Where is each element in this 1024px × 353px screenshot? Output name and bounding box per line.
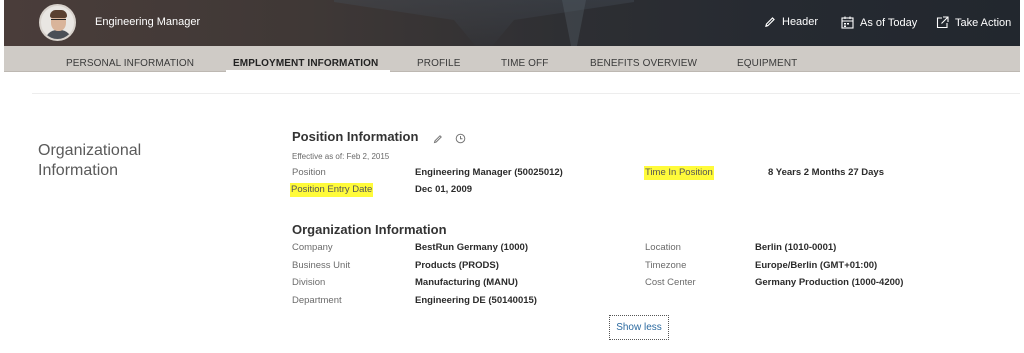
business-unit-label: Business Unit bbox=[292, 260, 351, 271]
company-value: BestRun Germany (1000) bbox=[415, 242, 528, 253]
avatar-body bbox=[45, 30, 72, 39]
position-information-header: Position Information bbox=[292, 129, 419, 144]
take-action-label: Take Action bbox=[955, 16, 1012, 29]
take-action-button[interactable]: Take Action bbox=[936, 16, 1011, 29]
active-tab-indicator bbox=[226, 70, 390, 73]
location-value: Berlin (1010-0001) bbox=[755, 242, 837, 253]
tab-personal-information[interactable]: PERSONAL INFORMATION bbox=[66, 58, 194, 69]
company-label: Company bbox=[292, 242, 333, 253]
effective-date: Effective as of: Feb 2, 2015 bbox=[292, 152, 390, 161]
business-unit-value: Products (PRODS) bbox=[415, 260, 499, 271]
timezone-label: Timezone bbox=[645, 260, 687, 271]
time-in-position-label: Time In Position bbox=[644, 166, 714, 180]
avatar-hair bbox=[50, 10, 67, 18]
avatar[interactable] bbox=[39, 4, 76, 41]
header-edit-label: Header bbox=[782, 16, 819, 28]
tab-equipment[interactable]: EQUIPMENT bbox=[737, 58, 797, 69]
location-label: Location bbox=[645, 242, 681, 253]
section-title: Organizational Information bbox=[38, 141, 188, 181]
history-clock-icon[interactable] bbox=[455, 131, 466, 149]
department-label: Department bbox=[292, 295, 342, 306]
pencil-icon[interactable] bbox=[433, 131, 443, 149]
pencil-icon bbox=[764, 16, 776, 28]
position-value: Engineering Manager (50025012) bbox=[415, 167, 563, 178]
division-label: Division bbox=[292, 277, 326, 288]
timezone-value: Europe/Berlin (GMT+01:00) bbox=[755, 260, 878, 271]
header-background-image bbox=[334, 0, 634, 46]
section-divider bbox=[32, 93, 1020, 94]
position-entry-date-label: Position Entry Date bbox=[290, 183, 374, 197]
as-of-today-label: As of Today bbox=[860, 16, 918, 29]
position-entry-date-highlight: Position Entry Date bbox=[290, 183, 374, 197]
department-value: Engineering DE (50140015) bbox=[415, 295, 537, 306]
tab-employment-information[interactable]: EMPLOYMENT INFORMATION bbox=[233, 58, 378, 69]
division-value: Manufacturing (MANU) bbox=[415, 277, 518, 288]
section-title-line2: Information bbox=[38, 162, 119, 179]
cost-center-label: Cost Center bbox=[645, 277, 696, 288]
time-in-position-highlight: Time In Position bbox=[644, 166, 714, 180]
calendar-icon bbox=[841, 16, 854, 29]
time-in-position-value: 8 Years 2 Months 27 Days bbox=[768, 167, 884, 178]
organization-information-header: Organization Information bbox=[292, 222, 447, 237]
as-of-today-button[interactable]: As of Today bbox=[841, 16, 917, 29]
external-action-icon bbox=[936, 16, 949, 29]
tab-profile[interactable]: PROFILE bbox=[417, 58, 461, 69]
tab-time-off[interactable]: TIME OFF bbox=[501, 58, 548, 69]
avatar-glasses bbox=[51, 19, 66, 22]
position-label: Position bbox=[292, 167, 326, 178]
role-title: Engineering Manager bbox=[95, 16, 201, 28]
cost-center-value: Germany Production (1000-4200) bbox=[755, 277, 904, 288]
position-entry-date-value: Dec 01, 2009 bbox=[415, 184, 473, 195]
tab-bar: PERSONAL INFORMATION EMPLOYMENT INFORMAT… bbox=[4, 46, 1020, 73]
tab-benefits-overview[interactable]: BENEFITS OVERVIEW bbox=[590, 58, 697, 69]
show-less-button[interactable]: Show less bbox=[609, 315, 669, 340]
profile-header: Engineering Manager Header As of Today T… bbox=[4, 0, 1020, 46]
section-title-line1: Organizational bbox=[38, 142, 142, 159]
header-edit-button[interactable]: Header bbox=[764, 16, 818, 28]
